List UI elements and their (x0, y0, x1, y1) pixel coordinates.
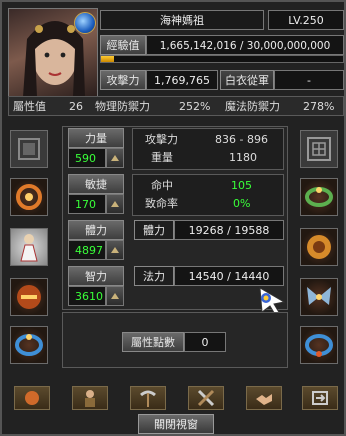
character-window: 海神媽祖 LV.250 經驗值 1,665,142,016 / 30,000,0… (0, 0, 346, 436)
ring-slot-right[interactable] (300, 178, 338, 216)
bracelet-slot-icon (15, 334, 43, 356)
close-window-button[interactable]: 關閉視窗 (138, 414, 214, 434)
agi-label: 敏捷 (68, 174, 124, 194)
blue-orb-icon[interactable] (74, 12, 96, 34)
wings-slot[interactable] (300, 278, 338, 316)
vit-value: 4897 (68, 240, 106, 260)
int-label: 智力 (68, 266, 124, 286)
int-increase-button[interactable] (106, 286, 124, 306)
str-value: 590 (68, 148, 106, 168)
points-label: 屬性點數 (122, 332, 184, 352)
attribute-bar: 屬性值 26 物理防禦力 252% 魔法防禦力 278% (8, 96, 344, 116)
hp-label: 體力 (134, 220, 174, 240)
ring-slot-icon (16, 184, 42, 210)
agi-value: 170 (68, 194, 106, 214)
ring-slot-left[interactable] (10, 178, 48, 216)
attr-label: 屬性值 (13, 100, 46, 113)
chain-slot[interactable] (300, 326, 338, 364)
monk-button[interactable] (72, 386, 108, 410)
atk-range-label: 攻擊力 (145, 133, 178, 146)
character-name: 海神媽祖 (100, 10, 264, 30)
points-value: 0 (184, 332, 226, 352)
orb-button-icon (25, 391, 39, 405)
exchange-button-icon (312, 391, 328, 405)
amulet-slot[interactable] (10, 278, 48, 316)
pickaxe-button[interactable] (130, 386, 166, 410)
rune-slot[interactable] (300, 130, 338, 168)
attack-label: 攻擊力 (100, 70, 146, 90)
hit-value: 105 (231, 179, 252, 192)
scroll-slot[interactable] (10, 130, 48, 168)
vit-increase-button[interactable] (106, 240, 124, 260)
rune-slot-icon (307, 137, 331, 161)
weight-label: 重量 (151, 151, 173, 164)
atk-range-value: 836 - 896 (215, 133, 268, 146)
attr-value: 26 (69, 100, 83, 113)
amulet-slot-icon (17, 285, 41, 309)
int-value: 3610 (68, 286, 106, 306)
orb-button[interactable] (14, 386, 50, 410)
exp-label: 經驗值 (100, 35, 146, 55)
hp-value: 19268 / 19588 (174, 220, 284, 240)
dragon-slot-icon (307, 235, 331, 259)
chain-slot-icon (305, 334, 333, 357)
combat-stats: 攻擊力 836 - 896 重量 1180 (132, 128, 284, 170)
hit-label: 命中 (151, 179, 173, 192)
crit-label: 致命率 (145, 197, 178, 210)
dragon-slot[interactable] (300, 228, 338, 266)
tools-button[interactable] (188, 386, 224, 410)
pickaxe-button-icon (140, 390, 156, 407)
class-label: 白衣從軍 (220, 70, 274, 90)
mp-value: 14540 / 14440 (174, 266, 284, 286)
bracelet-slot-left[interactable] (10, 326, 48, 364)
magic-def-value: 278% (303, 100, 335, 113)
attack-value: 1,769,765 (146, 70, 218, 90)
agi-increase-button[interactable] (106, 194, 124, 214)
phys-def-label: 物理防禦力 (95, 100, 150, 113)
crit-value: 0% (233, 197, 251, 210)
handshake-button[interactable] (246, 386, 282, 410)
tools-button-icon (197, 389, 215, 407)
exp-value: 1,665,142,016 / 30,000,000,000 (146, 35, 344, 55)
ring-slot-icon (305, 187, 333, 207)
wings-slot-icon (307, 287, 331, 305)
exchange-button[interactable] (302, 386, 338, 410)
exp-bar (100, 55, 344, 63)
hit-stats: 命中 105 致命率 0% (132, 174, 284, 216)
character-level: LV.250 (268, 10, 344, 30)
handshake-button-icon (256, 394, 272, 405)
weight-value: 1180 (229, 151, 257, 164)
vit-label: 體力 (68, 220, 124, 240)
mp-label: 法力 (134, 266, 174, 286)
monk-button-icon (85, 390, 95, 407)
magic-def-label: 魔法防禦力 (225, 100, 280, 113)
class-value: - (274, 70, 344, 90)
str-label: 力量 (68, 128, 124, 148)
phys-def-value: 252% (179, 100, 211, 113)
figure-slot-icon (20, 234, 38, 262)
str-increase-button[interactable] (106, 148, 124, 168)
figure-slot[interactable] (10, 228, 48, 266)
scroll-slot-icon (18, 138, 40, 160)
